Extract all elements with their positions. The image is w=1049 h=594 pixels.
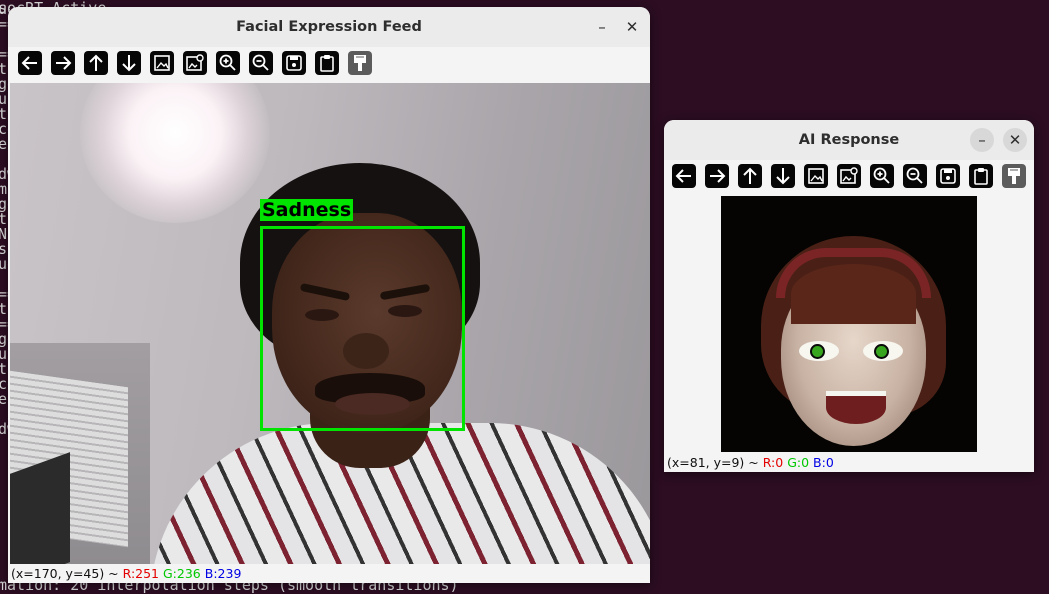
webcam-feed-image[interactable]: Sadness — [10, 83, 650, 564]
image-icon[interactable] — [150, 51, 174, 75]
up-arrow-icon[interactable] — [84, 51, 108, 75]
forward-arrow-icon[interactable] — [705, 164, 729, 188]
feed-status-g: G:236 — [163, 566, 201, 581]
ai-titlebar[interactable]: AI Response – ✕ — [664, 120, 1034, 160]
ai-status-coords: (x=81, y=9) ~ — [667, 455, 763, 470]
minimize-button[interactable]: – — [590, 15, 614, 39]
clipboard-icon[interactable] — [315, 51, 339, 75]
forward-arrow-icon[interactable] — [51, 51, 75, 75]
image-icon[interactable] — [804, 164, 828, 188]
save-icon[interactable] — [282, 51, 306, 75]
image-settings-icon[interactable] — [183, 51, 207, 75]
avatar-smiling-mouth — [826, 391, 886, 424]
zoom-out-icon[interactable] — [903, 164, 927, 188]
back-arrow-icon[interactable] — [18, 51, 42, 75]
feed-status-coords: (x=170, y=45) ~ — [11, 566, 123, 581]
zoom-out-icon[interactable] — [249, 51, 273, 75]
ai-toolbar — [664, 160, 1034, 196]
zoom-in-icon[interactable] — [870, 164, 894, 188]
feed-status-r: R:251 — [122, 566, 160, 581]
feed-toolbar — [8, 47, 650, 85]
face-detection-box — [260, 226, 465, 431]
avatar-right-eye — [863, 341, 903, 361]
feed-status-bar: (x=170, y=45) ~ R:251 G:236 B:239 — [8, 565, 650, 583]
avatar-headband — [776, 248, 931, 298]
save-icon[interactable] — [936, 164, 960, 188]
emotion-label: Sadness — [260, 199, 354, 221]
zoom-in-icon[interactable] — [216, 51, 240, 75]
ai-status-r: R:0 — [762, 455, 784, 470]
down-arrow-icon[interactable] — [117, 51, 141, 75]
minimize-button[interactable]: – — [970, 128, 994, 152]
avatar-left-eye — [799, 341, 839, 361]
feed-status-b: B:239 — [204, 566, 242, 581]
back-arrow-icon[interactable] — [672, 164, 696, 188]
down-arrow-icon[interactable] — [771, 164, 795, 188]
ai-status-bar: (x=81, y=9) ~ R:0 G:0 B:0 — [664, 454, 1034, 472]
clipboard-icon[interactable] — [969, 164, 993, 188]
ai-status-b: B:0 — [813, 455, 834, 470]
ai-avatar-image[interactable] — [721, 196, 977, 452]
ai-status-g: G:0 — [787, 455, 810, 470]
brush-icon[interactable] — [1002, 164, 1026, 188]
brush-icon[interactable] — [348, 51, 372, 75]
ceiling-light — [80, 83, 270, 223]
close-button[interactable]: ✕ — [1003, 128, 1027, 152]
close-button[interactable]: ✕ — [620, 15, 644, 39]
image-settings-icon[interactable] — [837, 164, 861, 188]
up-arrow-icon[interactable] — [738, 164, 762, 188]
feed-titlebar[interactable]: Facial Expression Feed – ✕ — [8, 7, 650, 47]
feed-window-title: Facial Expression Feed — [236, 19, 422, 35]
